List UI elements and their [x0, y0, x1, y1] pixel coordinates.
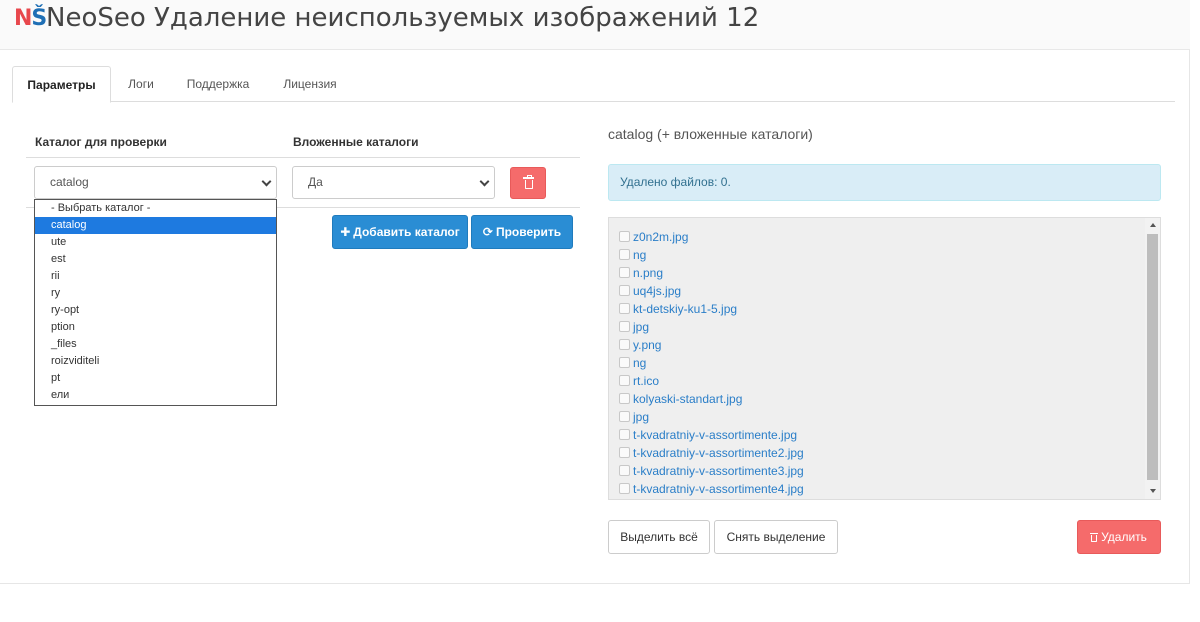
dropdown-option[interactable]: ption	[35, 319, 276, 336]
file-checkbox[interactable]	[619, 339, 630, 350]
scroll-thumb[interactable]	[1147, 234, 1158, 480]
tab-license[interactable]: Лицензия	[274, 66, 346, 102]
check-button[interactable]: ⟳ Проверить	[471, 215, 573, 249]
file-list-item[interactable]: jpg	[619, 318, 649, 336]
page-title: NeoSeo Удаление неиспользуемых изображен…	[46, 3, 760, 33]
file-list-item[interactable]: t-kvadratniy-v-assortimente2.jpg	[619, 444, 804, 462]
file-list-item[interactable]: kt-detskiy-ku1-5.jpg	[619, 300, 737, 318]
file-list-item[interactable]: t-kvadratniy-v-assortimente3.jpg	[619, 462, 804, 480]
file-list-item[interactable]: z0n2m.jpg	[619, 228, 688, 246]
chevron-down-icon	[479, 176, 490, 187]
file-checkbox[interactable]	[619, 465, 630, 476]
catalog-select[interactable]: catalog	[34, 166, 277, 199]
file-checkbox[interactable]	[619, 231, 630, 242]
page-container: NŠ NeoSeo Удаление неиспользуемых изобра…	[0, 0, 1190, 584]
results-title: catalog (+ вложенные каталоги)	[608, 126, 813, 142]
page-header: NŠ NeoSeo Удаление неиспользуемых изобра…	[0, 0, 1190, 50]
add-catalog-button[interactable]: ✚ Добавить каталог	[332, 215, 468, 249]
dropdown-option[interactable]: _files	[35, 336, 276, 353]
deleted-files-alert: Удалено файлов: 0.	[608, 164, 1161, 201]
table-header-divider	[26, 157, 580, 158]
file-checkbox[interactable]	[619, 429, 630, 440]
file-list-item[interactable]: t-kvadratniy-v-assortimente4.jpg	[619, 480, 804, 498]
file-checkbox[interactable]	[619, 249, 630, 260]
file-checkbox[interactable]	[619, 267, 630, 278]
column-header-nested: Вложенные каталоги	[293, 135, 419, 149]
file-list: z0n2m.jpg ng n.png uq4js.jpg kt-detskiy-…	[608, 217, 1161, 500]
file-checkbox[interactable]	[619, 303, 630, 314]
dropdown-option[interactable]: - Выбрать каталог -	[35, 200, 276, 217]
scroll-up-arrow-icon[interactable]	[1150, 223, 1156, 227]
column-header-catalog: Каталог для проверки	[35, 135, 167, 149]
select-all-button[interactable]: Выделить всё	[608, 520, 710, 554]
file-checkbox[interactable]	[619, 285, 630, 296]
trash-icon	[1090, 533, 1099, 542]
file-list-item[interactable]: y.png	[619, 336, 661, 354]
file-list-item[interactable]: uq4js.jpg	[619, 282, 681, 300]
file-list-item[interactable]: rt.ico	[619, 372, 659, 390]
dropdown-option[interactable]: ute	[35, 234, 276, 251]
dropdown-option-selected[interactable]: catalog	[35, 217, 276, 234]
dropdown-option[interactable]: est	[35, 251, 276, 268]
tab-logs[interactable]: Логи	[118, 66, 164, 102]
file-list-item[interactable]: n.png	[619, 264, 663, 282]
file-list-item[interactable]: ng	[619, 246, 646, 264]
file-list-item[interactable]: ng	[619, 354, 646, 372]
tab-bar: Параметры Логи Поддержка Лицензия	[12, 66, 1175, 103]
refresh-icon: ⟳	[482, 225, 493, 239]
file-list-item[interactable]: kolyaski-standart.jpg	[619, 390, 742, 408]
file-checkbox[interactable]	[619, 321, 630, 332]
file-list-item[interactable]: t-kvadratniy-v-assortimente.jpg	[619, 426, 797, 444]
remove-catalog-button[interactable]	[510, 167, 546, 199]
dropdown-option[interactable]: ry	[35, 285, 276, 302]
neoseo-logo: NŠ	[14, 6, 47, 31]
dropdown-option[interactable]: ели	[35, 387, 276, 404]
tab-support[interactable]: Поддержка	[180, 66, 256, 102]
dropdown-option[interactable]: pt	[35, 370, 276, 387]
file-checkbox[interactable]	[619, 447, 630, 458]
chevron-down-icon	[261, 176, 272, 187]
file-list-item[interactable]: jpg	[619, 408, 649, 426]
file-list-scrollbar[interactable]	[1145, 218, 1160, 499]
file-checkbox[interactable]	[619, 375, 630, 386]
dropdown-option[interactable]: roizviditeli	[35, 353, 276, 370]
file-checkbox[interactable]	[619, 483, 630, 494]
catalog-dropdown-list: - Выбрать каталог - catalog ute est rii …	[34, 199, 277, 406]
delete-files-button[interactable]: Удалить	[1077, 520, 1161, 554]
tab-parameters[interactable]: Параметры	[12, 66, 111, 103]
trash-icon	[523, 175, 534, 189]
file-checkbox[interactable]	[619, 411, 630, 422]
dropdown-option[interactable]: ry-opt	[35, 302, 276, 319]
plus-icon: ✚	[340, 225, 351, 239]
file-checkbox[interactable]	[619, 357, 630, 368]
nested-catalogs-select[interactable]: Да	[292, 166, 495, 199]
file-checkbox[interactable]	[619, 393, 630, 404]
scroll-down-arrow-icon[interactable]	[1150, 489, 1156, 493]
deselect-all-button[interactable]: Снять выделение	[714, 520, 838, 554]
dropdown-option[interactable]: rii	[35, 268, 276, 285]
